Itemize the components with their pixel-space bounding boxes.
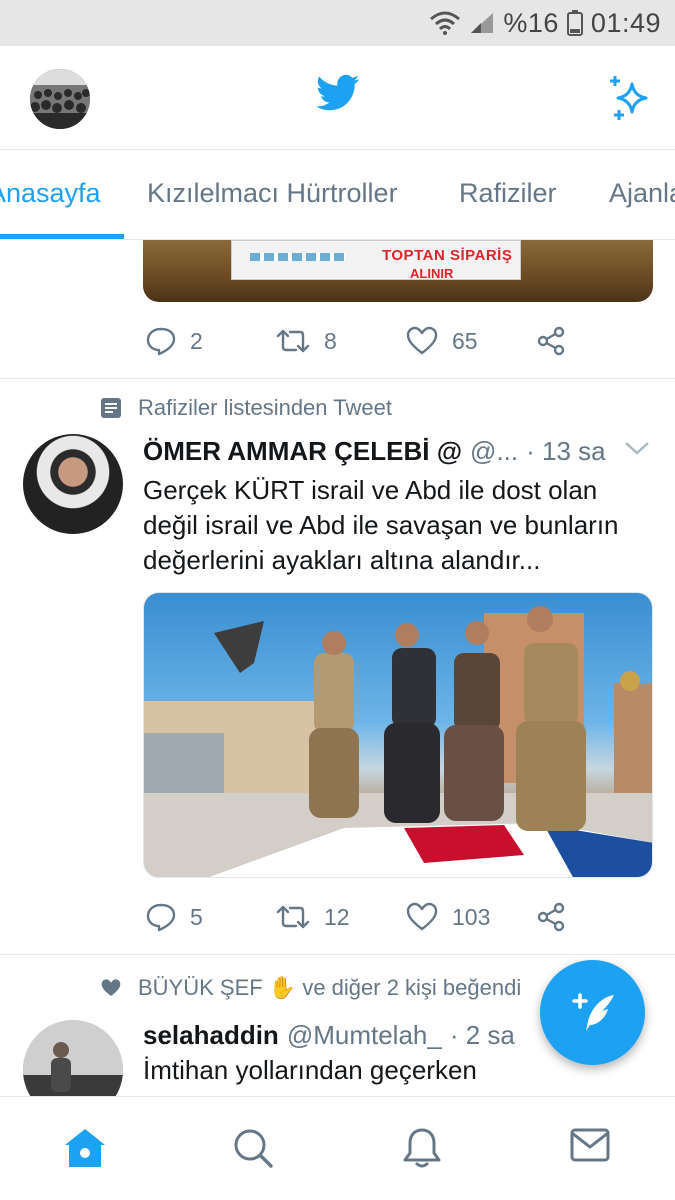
home-icon	[65, 1129, 105, 1167]
battery-icon	[566, 10, 583, 36]
tweet-media-image[interactable]	[143, 592, 653, 878]
sign-stripe	[250, 253, 345, 261]
tweet-header: ÖMER AMMAR ÇELEBİ @ @... · 13 sa	[143, 436, 663, 467]
image-sign-text-2: ALINIR	[410, 266, 454, 281]
reply-count: 5	[190, 903, 203, 930]
sparkle-icon[interactable]	[606, 74, 654, 127]
avatar-image	[23, 1020, 123, 1096]
tab-kizilelmaci-hurtroller[interactable]: Kızılelmacı Hürtroller	[147, 178, 398, 209]
active-tab-indicator	[0, 234, 124, 239]
bottom-nav	[0, 1096, 675, 1200]
profile-avatar-image	[30, 69, 90, 129]
image-sign-text: TOPTAN SİPARİŞ	[382, 247, 513, 264]
heart-icon	[406, 326, 438, 355]
tweet-context-text: Rafiziler listesinden Tweet	[138, 395, 392, 420]
tweet-context-text: BÜYÜK ŞEF ✋ ve diğer 2 kişi beğendi	[138, 975, 522, 1000]
nav-search[interactable]	[232, 1127, 274, 1174]
like-count: 65	[452, 327, 478, 354]
retweet-count: 8	[324, 327, 337, 354]
tweet-context[interactable]: BÜYÜK ŞEF ✋ ve diğer 2 kişi beğendi	[100, 975, 521, 1001]
reply-icon	[146, 903, 176, 932]
compose-tweet-button[interactable]	[540, 960, 645, 1065]
profile-avatar[interactable]	[30, 69, 90, 129]
tab-anasayfa[interactable]: Anasayfa	[0, 178, 101, 209]
retweet-button[interactable]: 12	[276, 903, 406, 931]
retweet-icon	[276, 905, 310, 929]
battery-percent: %16	[503, 7, 559, 38]
heart-icon	[406, 902, 438, 931]
list-icon	[101, 398, 121, 418]
retweet-count: 12	[324, 903, 350, 930]
nav-notifications[interactable]	[402, 1127, 442, 1174]
tweet-actions: 2 8 65	[146, 326, 666, 356]
retweet-button[interactable]: 8	[276, 327, 406, 355]
reply-button[interactable]: 2	[146, 326, 276, 356]
tweet-time: · 13 sa	[526, 436, 606, 466]
messages-icon	[570, 1128, 610, 1162]
heart-filled-icon	[101, 979, 121, 996]
signal-icon	[471, 13, 494, 33]
like-count: 103	[452, 903, 491, 930]
avatar[interactable]	[23, 1020, 123, 1096]
like-button[interactable]: 103	[406, 902, 536, 932]
app-header	[0, 46, 675, 150]
tweet-divider	[0, 954, 675, 955]
twitter-bird-icon	[316, 74, 360, 117]
tweet-divider	[0, 378, 675, 379]
author-handle[interactable]: @Mumtelah_	[287, 1020, 442, 1051]
compose-feather-icon	[571, 992, 614, 1031]
tweet-context[interactable]: Rafiziler listesinden Tweet	[100, 395, 392, 421]
clock: 01:49	[590, 7, 661, 38]
retweet-icon	[276, 329, 310, 353]
share-icon	[537, 902, 565, 932]
nav-messages[interactable]	[570, 1127, 610, 1168]
tab-ajanlar[interactable]: Ajanlar	[609, 178, 675, 209]
author-name[interactable]: selahaddin	[143, 1020, 279, 1051]
tweet-text: Gerçek KÜRT israil ve Abd ile dost olan …	[143, 475, 619, 575]
notifications-icon	[403, 1128, 441, 1168]
avatar[interactable]	[23, 434, 123, 534]
tab-rafiziler[interactable]: Rafiziler	[459, 178, 557, 209]
share-button[interactable]	[536, 902, 666, 932]
nav-home[interactable]	[63, 1127, 107, 1174]
reply-button[interactable]: 5	[146, 902, 276, 932]
wifi-icon	[430, 11, 461, 35]
image-sign: TOPTAN SİPARİŞ ALINIR	[231, 240, 521, 281]
status-bar: %16 01:49	[0, 0, 675, 46]
share-button[interactable]	[536, 326, 666, 356]
reply-count: 2	[190, 327, 203, 354]
tweet-photo	[144, 606, 652, 877]
tweet-media-image[interactable]: TOPTAN SİPARİŞ ALINIR	[143, 240, 653, 302]
author-handle[interactable]: @...	[470, 436, 518, 467]
like-button[interactable]: 65	[406, 326, 536, 356]
list-tabs: Anasayfa Kızılelmacı Hürtroller Rafizile…	[0, 150, 675, 240]
tweet-time: · 2 sa	[449, 1020, 515, 1050]
author-name[interactable]: ÖMER AMMAR ÇELEBİ @	[143, 436, 462, 467]
share-icon	[537, 326, 565, 356]
reply-icon	[146, 327, 176, 356]
chevron-down-icon[interactable]	[624, 440, 650, 461]
search-icon	[234, 1129, 273, 1168]
tweet-actions: 5 12 103	[146, 902, 666, 932]
